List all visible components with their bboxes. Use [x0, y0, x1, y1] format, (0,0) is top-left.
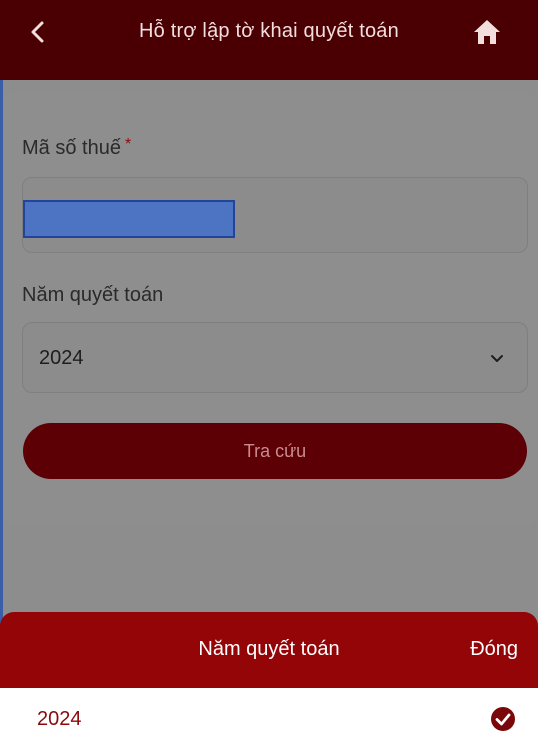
option-label: 2024 — [37, 708, 82, 730]
tax-code-label: Mã số thuế * — [22, 136, 132, 159]
check-circle-icon — [491, 707, 515, 731]
year-label: Năm quyết toán — [22, 284, 164, 306]
home-button[interactable] — [472, 17, 502, 47]
app-header: Hỗ trợ lập tờ khai quyết toán — [0, 0, 538, 80]
year-select[interactable]: 2024 — [22, 322, 528, 393]
home-icon — [474, 20, 500, 44]
year-option-2024[interactable]: 2024 — [0, 688, 538, 749]
sheet-title: Năm quyết toán — [198, 638, 340, 660]
year-select-value: 2024 — [39, 347, 84, 369]
page-title: Hỗ trợ lập tờ khai quyết toán — [139, 20, 399, 42]
tax-code-input[interactable] — [23, 200, 235, 238]
search-button[interactable]: Tra cứu — [23, 423, 527, 479]
chevron-down-icon — [491, 355, 503, 362]
close-button[interactable]: Đóng — [470, 638, 518, 661]
tax-code-field[interactable] — [22, 177, 528, 253]
required-mark: * — [124, 136, 132, 153]
form-card: Mã số thuế * Năm quyết toán 2024 Tra cứu — [4, 92, 538, 526]
bottom-sheet-header: Năm quyết toán Đóng — [0, 612, 538, 688]
